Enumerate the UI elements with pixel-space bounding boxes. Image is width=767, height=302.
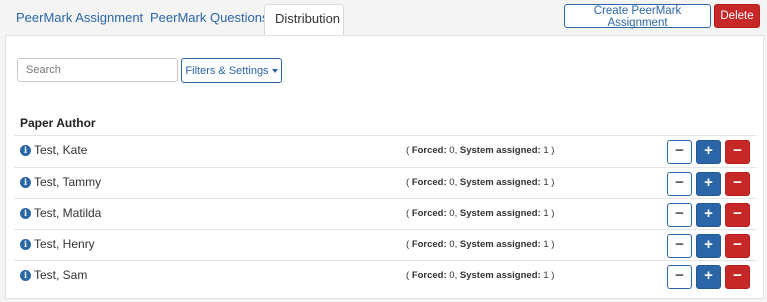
- forced-count: 0: [449, 239, 455, 250]
- table-row: i Test, Kate ( Forced: 0, System assigne…: [14, 135, 757, 166]
- tab-distribution[interactable]: Distribution: [264, 4, 344, 38]
- caret-down-icon: [271, 68, 278, 73]
- system-assigned-label: System assigned:: [459, 177, 541, 188]
- minus-icon: −: [733, 267, 742, 284]
- info-icon[interactable]: i: [20, 207, 31, 219]
- table-row: i Test, Sam ( Forced: 0, System assigned…: [14, 260, 757, 291]
- system-assigned-count: 1: [543, 208, 549, 219]
- author-name: Test, Matilda: [34, 206, 102, 220]
- add-reviewer-button[interactable]: +: [696, 172, 721, 196]
- system-assigned-count: 1: [543, 239, 549, 250]
- forced-label: Forced:: [411, 145, 447, 156]
- system-assigned-count: 1: [543, 145, 549, 156]
- info-icon[interactable]: i: [20, 144, 31, 156]
- delete-button[interactable]: Delete: [714, 4, 760, 28]
- remove-reviewer-button[interactable]: −: [725, 172, 750, 196]
- plus-icon: +: [704, 267, 713, 284]
- add-reviewer-button[interactable]: +: [696, 203, 721, 227]
- forced-label: Forced:: [411, 208, 447, 219]
- minus-icon: −: [675, 142, 684, 159]
- system-assigned-count: 1: [543, 177, 549, 188]
- assignment-counts: ( Forced: 0, System assigned: 1 ): [406, 145, 555, 156]
- forced-label: Forced:: [411, 239, 447, 250]
- tab-label: PeerMark Questions: [150, 10, 269, 25]
- minus-icon: −: [733, 174, 742, 191]
- remove-reviewer-button[interactable]: −: [725, 234, 750, 258]
- forced-count: 0: [449, 208, 455, 219]
- minus-icon: −: [733, 205, 742, 222]
- info-icon[interactable]: i: [20, 176, 31, 188]
- tab-peermark-questions[interactable]: PeerMark Questions: [134, 4, 285, 36]
- forced-count: 0: [449, 145, 455, 156]
- assignment-counts: ( Forced: 0, System assigned: 1 ): [406, 270, 555, 281]
- add-reviewer-button[interactable]: +: [696, 265, 721, 289]
- remove-forced-button[interactable]: −: [667, 203, 692, 227]
- remove-forced-button[interactable]: −: [667, 172, 692, 196]
- system-assigned-label: System assigned:: [459, 145, 541, 156]
- table-row: i Test, Matilda ( Forced: 0, System assi…: [14, 198, 757, 229]
- forced-label: Forced:: [411, 177, 447, 188]
- minus-icon: −: [733, 236, 742, 253]
- remove-reviewer-button[interactable]: −: [725, 140, 750, 164]
- author-name: Test, Sam: [34, 268, 88, 282]
- remove-reviewer-button[interactable]: −: [725, 203, 750, 227]
- add-reviewer-button[interactable]: +: [696, 234, 721, 258]
- remove-forced-button[interactable]: −: [667, 234, 692, 258]
- plus-icon: +: [704, 174, 713, 191]
- remove-forced-button[interactable]: −: [667, 265, 692, 289]
- minus-icon: −: [675, 174, 684, 191]
- author-name-cell: i Test, Kate: [20, 143, 87, 157]
- tab-label: Distribution: [275, 11, 341, 26]
- remove-forced-button[interactable]: −: [667, 140, 692, 164]
- forced-count: 0: [449, 177, 455, 188]
- minus-icon: −: [733, 142, 742, 159]
- minus-icon: −: [675, 267, 684, 284]
- tab-label: PeerMark Assignment: [16, 10, 144, 25]
- tab-bar: PeerMark Assignment PeerMark Questions D…: [0, 0, 767, 38]
- system-assigned-count: 1: [543, 270, 549, 281]
- author-name: Test, Kate: [34, 143, 88, 157]
- create-peermark-assignment-button[interactable]: Create PeerMark Assignment: [564, 4, 711, 29]
- system-assigned-label: System assigned:: [459, 208, 541, 219]
- minus-icon: −: [675, 236, 684, 253]
- remove-reviewer-button[interactable]: −: [725, 265, 750, 289]
- author-name: Test, Henry: [34, 237, 95, 251]
- minus-icon: −: [675, 205, 684, 222]
- info-icon[interactable]: i: [20, 269, 31, 281]
- assignment-counts: ( Forced: 0, System assigned: 1 ): [406, 177, 555, 188]
- author-name-cell: i Test, Sam: [20, 268, 87, 282]
- paper-author-header: Paper Author: [20, 116, 96, 130]
- author-name-cell: i Test, Tammy: [20, 175, 101, 189]
- filters-settings-label: Filters & Settings: [185, 64, 269, 77]
- author-name: Test, Tammy: [34, 175, 102, 189]
- filters-settings-button[interactable]: Filters & Settings: [181, 58, 282, 83]
- author-name-cell: i Test, Matilda: [20, 206, 101, 220]
- plus-icon: +: [704, 142, 713, 159]
- distribution-panel: Filters & Settings Paper Author i Test, …: [5, 35, 764, 299]
- author-name-cell: i Test, Henry: [20, 237, 95, 251]
- plus-icon: +: [704, 236, 713, 253]
- search-input[interactable]: [17, 58, 178, 82]
- system-assigned-label: System assigned:: [459, 239, 541, 250]
- system-assigned-label: System assigned:: [459, 270, 541, 281]
- forced-count: 0: [449, 270, 455, 281]
- add-reviewer-button[interactable]: +: [696, 140, 721, 164]
- assignment-counts: ( Forced: 0, System assigned: 1 ): [406, 239, 555, 250]
- table-row: i Test, Tammy ( Forced: 0, System assign…: [14, 167, 757, 198]
- assignment-counts: ( Forced: 0, System assigned: 1 ): [406, 208, 555, 219]
- plus-icon: +: [704, 205, 713, 222]
- table-row: i Test, Henry ( Forced: 0, System assign…: [14, 229, 757, 260]
- forced-label: Forced:: [411, 270, 447, 281]
- info-icon[interactable]: i: [20, 238, 31, 250]
